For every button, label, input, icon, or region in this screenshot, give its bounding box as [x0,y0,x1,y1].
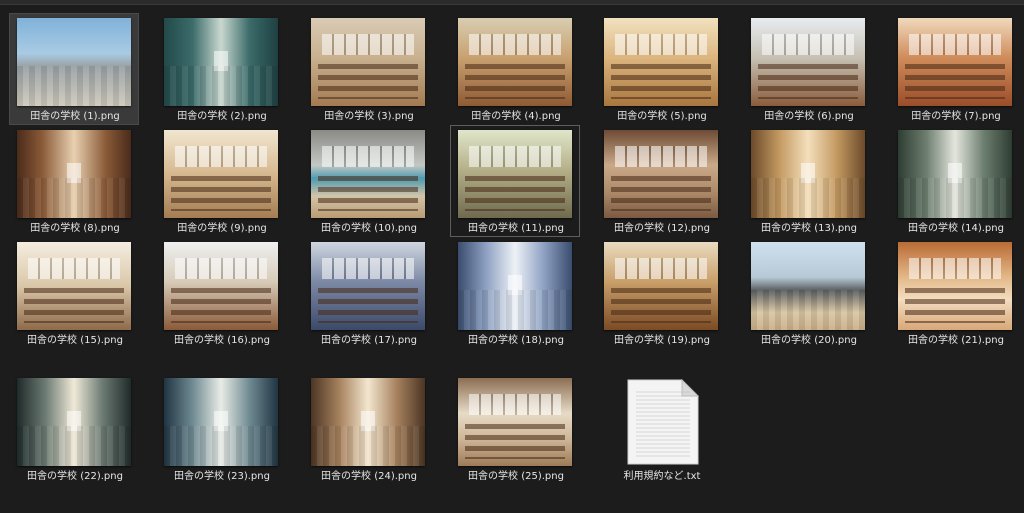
image-thumbnail [898,242,1012,330]
file-name-label: 田舎の学校 (20).png [761,335,857,346]
image-thumbnail [458,378,572,466]
image-thumbnail [164,242,278,330]
file-item[interactable]: 田舎の学校 (16).png [156,237,286,349]
image-thumbnail [458,242,572,330]
file-grid: 田舎の学校 (1).png 田舎の学校 (2).png 田舎の学校 (3).png 田… [0,0,1024,513]
file-name-label: 田舎の学校 (15).png [27,335,123,346]
image-thumbnail [311,130,425,218]
image-thumbnail [604,18,718,106]
text-file-icon [627,378,700,465]
file-item[interactable]: 田舎の学校 (25).png [450,373,580,485]
image-thumbnail [17,18,131,106]
file-name-label: 田舎の学校 (4).png [471,111,561,122]
file-name-label: 田舎の学校 (17).png [321,335,417,346]
file-item[interactable]: 田舎の学校 (10).png [303,125,433,237]
image-thumbnail [751,130,865,218]
file-name-label: 田舎の学校 (23).png [174,471,270,482]
file-item[interactable]: 田舎の学校 (8).png [9,125,139,237]
file-item[interactable]: 田舎の学校 (15).png [9,237,139,349]
file-item[interactable]: 田舎の学校 (2).png [156,13,286,125]
file-item[interactable]: 田舎の学校 (4).png [450,13,580,125]
file-name-label: 田舎の学校 (19).png [614,335,710,346]
file-item[interactable]: 田舎の学校 (3).png [303,13,433,125]
file-item[interactable]: 田舎の学校 (1).png [9,13,139,125]
image-thumbnail [751,242,865,330]
file-name-label: 田舎の学校 (18).png [468,335,564,346]
image-thumbnail [164,130,278,218]
file-item[interactable]: 田舎の学校 (18).png [450,237,580,349]
file-name-label: 田舎の学校 (10).png [321,223,417,234]
image-thumbnail [17,378,131,466]
file-item[interactable]: 田舎の学校 (21).png [890,237,1020,349]
image-thumbnail [164,18,278,106]
image-thumbnail [17,242,131,330]
file-name-label: 田舎の学校 (3).png [324,111,414,122]
file-name-label: 田舎の学校 (2).png [177,111,267,122]
image-thumbnail [898,18,1012,106]
image-thumbnail [458,130,572,218]
file-name-label: 田舎の学校 (12).png [614,223,710,234]
image-thumbnail [604,242,718,330]
image-thumbnail [17,130,131,218]
file-item[interactable]: 田舎の学校 (20).png [743,237,873,349]
file-name-label: 田舎の学校 (5).png [617,111,707,122]
file-item[interactable]: 田舎の学校 (13).png [743,125,873,237]
image-thumbnail [458,18,572,106]
file-item[interactable]: 田舎の学校 (11).png [450,125,580,237]
file-name-label: 利用規約など.txt [623,471,701,482]
file-name-label: 田舎の学校 (1).png [30,111,120,122]
image-thumbnail [751,18,865,106]
file-item[interactable]: 田舎の学校 (14).png [890,125,1020,237]
file-name-label: 田舎の学校 (11).png [468,223,564,234]
file-name-label: 田舎の学校 (6).png [764,111,854,122]
file-name-label: 田舎の学校 (8).png [30,223,120,234]
file-item[interactable]: 田舎の学校 (5).png [596,13,726,125]
file-item[interactable]: 田舎の学校 (24).png [303,373,433,485]
file-item[interactable]: 田舎の学校 (12).png [596,125,726,237]
file-name-label: 田舎の学校 (16).png [174,335,270,346]
image-thumbnail [311,378,425,466]
image-thumbnail [164,378,278,466]
file-name-label: 田舎の学校 (25).png [468,471,564,482]
file-name-label: 田舎の学校 (21).png [908,335,1004,346]
file-name-label: 田舎の学校 (24).png [321,471,417,482]
file-name-label: 田舎の学校 (9).png [177,223,267,234]
image-thumbnail [311,242,425,330]
file-name-label: 田舎の学校 (14).png [908,223,1004,234]
file-item[interactable]: 田舎の学校 (6).png [743,13,873,125]
file-name-label: 田舎の学校 (22).png [27,471,123,482]
image-thumbnail [311,18,425,106]
file-item[interactable]: 利用規約など.txt [596,373,726,485]
file-item[interactable]: 田舎の学校 (19).png [596,237,726,349]
file-item[interactable]: 田舎の学校 (23).png [156,373,286,485]
image-thumbnail [604,130,718,218]
file-item[interactable]: 田舎の学校 (22).png [9,373,139,485]
file-name-label: 田舎の学校 (13).png [761,223,857,234]
image-thumbnail [898,130,1012,218]
file-item[interactable]: 田舎の学校 (7).png [890,13,1020,125]
file-item[interactable]: 田舎の学校 (17).png [303,237,433,349]
file-name-label: 田舎の学校 (7).png [911,111,1001,122]
file-item[interactable]: 田舎の学校 (9).png [156,125,286,237]
